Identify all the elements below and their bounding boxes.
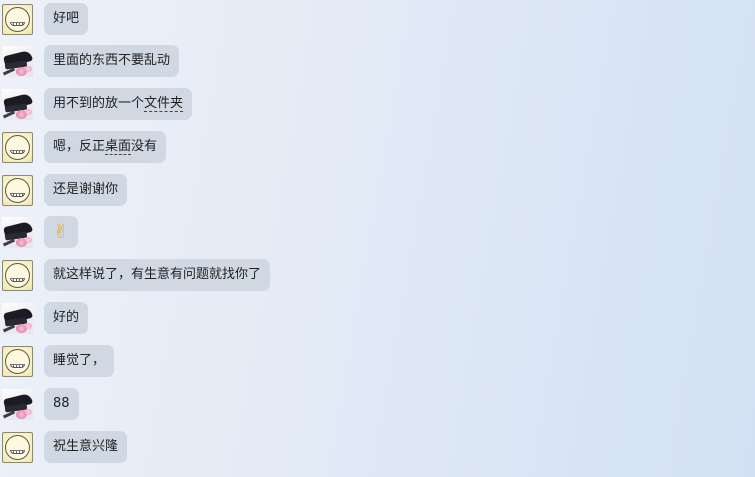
smiley-face-icon bbox=[5, 177, 30, 203]
avatar[interactable] bbox=[2, 216, 33, 248]
smiley-face-icon bbox=[5, 434, 30, 460]
message-bubble[interactable]: 嗯，反正桌面没有 bbox=[44, 131, 167, 163]
avatar[interactable] bbox=[2, 131, 33, 163]
victory-hand-emoji-icon: ✌ bbox=[53, 221, 69, 243]
message-bubble[interactable]: 就这样说了，有生意有问题就找你了 bbox=[44, 259, 271, 291]
smiley-face-icon bbox=[5, 134, 30, 160]
message-bubble[interactable]: 好吧 bbox=[44, 3, 89, 35]
smiley-face-icon bbox=[5, 262, 30, 288]
message-row: 用不到的放一个文件夹 bbox=[2, 86, 193, 122]
avatar[interactable] bbox=[2, 3, 33, 35]
avatar[interactable] bbox=[2, 302, 33, 334]
message-row: 嗯，反正桌面没有 bbox=[2, 129, 167, 165]
avatar[interactable] bbox=[2, 388, 33, 420]
message-bubble[interactable]: 睡觉了， bbox=[44, 345, 115, 377]
avatar[interactable] bbox=[2, 431, 33, 463]
message-row: 88 bbox=[2, 386, 79, 422]
message-row: 好吧 bbox=[2, 1, 89, 37]
message-row: ✌ bbox=[2, 214, 78, 250]
message-row: 祝生意兴隆 bbox=[2, 429, 128, 465]
message-row: 睡觉了， bbox=[2, 343, 115, 379]
message-row: 好的 bbox=[2, 300, 89, 336]
message-bubble[interactable]: 里面的东西不要乱动 bbox=[44, 45, 180, 77]
avatar[interactable] bbox=[2, 345, 33, 377]
message-bubble[interactable]: 祝生意兴隆 bbox=[44, 431, 128, 463]
avatar[interactable] bbox=[2, 45, 33, 77]
message-bubble[interactable]: 用不到的放一个文件夹 bbox=[44, 88, 193, 120]
avatar[interactable] bbox=[2, 174, 33, 206]
message-bubble[interactable]: ✌ bbox=[44, 216, 78, 248]
avatar[interactable] bbox=[2, 259, 33, 291]
message-text: 用不到的放一个 bbox=[53, 96, 145, 111]
message-row: 就这样说了，有生意有问题就找你了 bbox=[2, 257, 271, 293]
message-bubble[interactable]: 好的 bbox=[44, 302, 89, 334]
smiley-face-icon bbox=[5, 6, 30, 32]
message-row: 里面的东西不要乱动 bbox=[2, 43, 180, 79]
message-bubble[interactable]: 还是谢谢你 bbox=[44, 174, 128, 206]
message-row: 还是谢谢你 bbox=[2, 172, 128, 208]
smiley-face-icon bbox=[5, 348, 30, 374]
keyword-link[interactable]: 桌面 bbox=[105, 139, 132, 155]
keyword-link[interactable]: 文件夹 bbox=[144, 96, 184, 112]
avatar[interactable] bbox=[2, 88, 33, 120]
chat-history[interactable]: 好吧 里面的东西不要乱动 用不到的放一个文件夹 嗯，反正桌面没有 还是谢谢你 ✌… bbox=[0, 0, 755, 477]
message-text: 嗯，反正 bbox=[53, 139, 106, 154]
message-bubble[interactable]: 88 bbox=[44, 388, 79, 420]
